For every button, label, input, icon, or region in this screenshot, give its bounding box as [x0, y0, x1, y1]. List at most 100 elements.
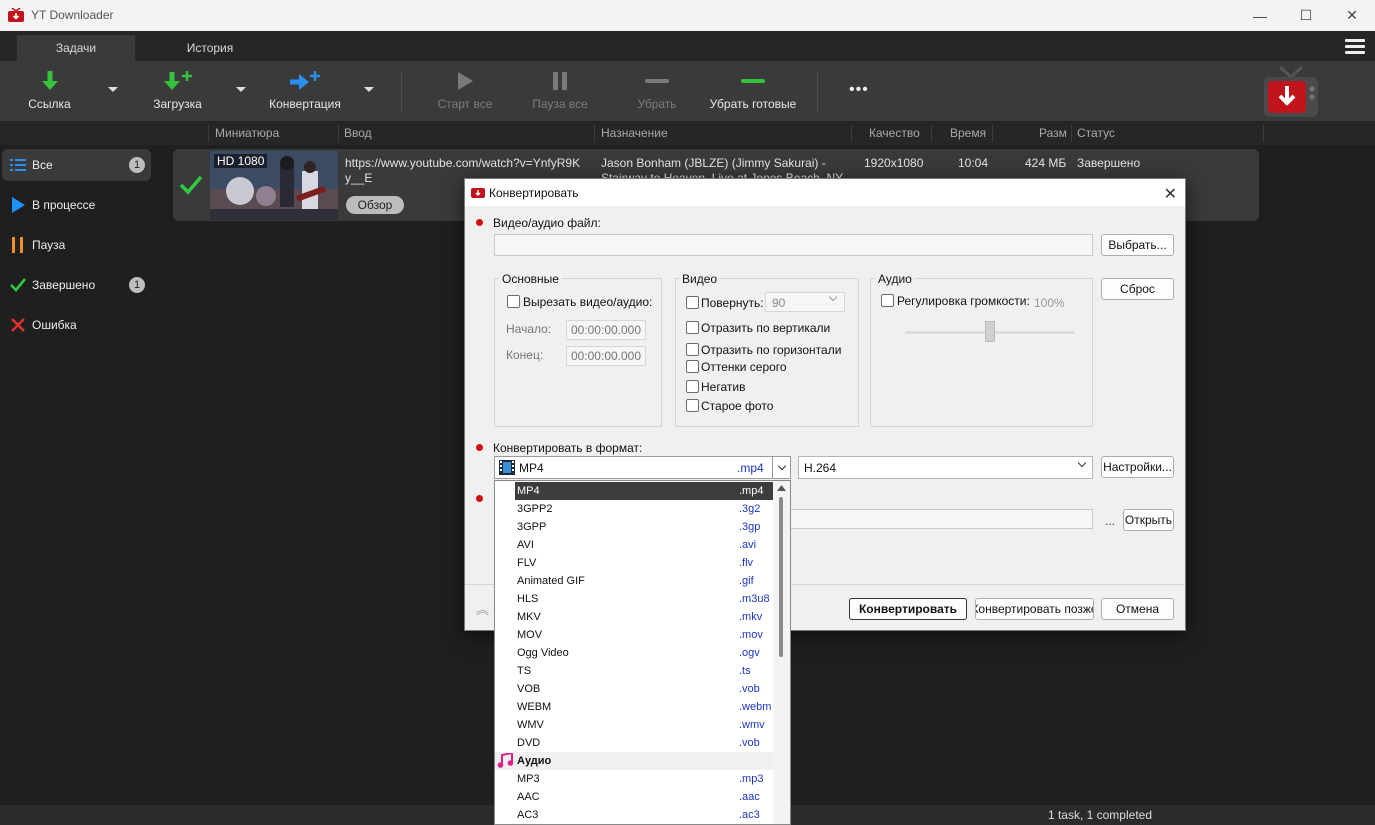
- list-item[interactable]: HLS .m3u8: [495, 590, 773, 608]
- required-dot: [476, 444, 483, 451]
- col-size[interactable]: Разм: [1039, 126, 1067, 140]
- list-item[interactable]: AVI .avi: [495, 536, 773, 554]
- list-item[interactable]: Ogg Video .ogv: [495, 644, 773, 662]
- start-all-button[interactable]: Старт все: [436, 67, 494, 117]
- list-item[interactable]: MP4 .mp4: [515, 482, 773, 500]
- format-extension: .3gp: [739, 521, 761, 533]
- start-all-label: Старт все: [437, 97, 493, 111]
- video-group-title: Видео: [679, 272, 721, 286]
- flip-horizontal-label: Отразить по горизонтали: [701, 343, 842, 357]
- format-extension: .avi: [739, 539, 757, 551]
- volume-slider-handle[interactable]: [985, 321, 995, 342]
- remove-done-button[interactable]: Убрать готовые: [706, 67, 800, 117]
- convert-later-button[interactable]: Конвертировать позже: [975, 598, 1094, 620]
- rotate-checkbox[interactable]: [686, 296, 699, 309]
- list-item[interactable]: Animated GIF .gif: [495, 572, 773, 590]
- codec-select[interactable]: H.264: [798, 456, 1093, 479]
- negative-checkbox[interactable]: [686, 380, 699, 393]
- hamburger-menu-icon[interactable]: [1345, 39, 1365, 55]
- link-button[interactable]: Ссылка: [22, 67, 77, 117]
- tab-history[interactable]: История: [150, 35, 270, 61]
- cancel-button[interactable]: Отмена: [1101, 598, 1174, 620]
- flip-vertical-checkbox[interactable]: [686, 321, 699, 334]
- rotate-select[interactable]: 90: [765, 292, 845, 312]
- dropdown-scrollbar[interactable]: [773, 481, 790, 824]
- settings-button[interactable]: Настройки...: [1101, 456, 1174, 478]
- sidebar-item-completed[interactable]: Завершено 1: [2, 269, 151, 301]
- start-time-field[interactable]: 00:00:00.000: [566, 320, 646, 340]
- format-extension: .gif: [739, 575, 754, 587]
- format-select[interactable]: MP4 .mp4: [494, 456, 791, 479]
- format-name: VOB: [517, 683, 541, 695]
- end-label: Конец:: [506, 348, 544, 362]
- sidebar-item-label: Ошибка: [32, 318, 77, 332]
- old-photo-checkbox[interactable]: [686, 399, 699, 412]
- cut-checkbox[interactable]: [507, 295, 520, 308]
- file-input[interactable]: [494, 234, 1093, 256]
- list-item[interactable]: TS .ts: [495, 662, 773, 680]
- tab-tasks[interactable]: Задачи: [17, 35, 135, 61]
- pause-all-button[interactable]: Пауза все: [530, 67, 590, 117]
- format-dropdown-list[interactable]: MP4 .mp4 3GPP2 .3g2 3GPP .3gp AVI .avi FLV .flv An…: [494, 480, 791, 825]
- list-item[interactable]: AAC .aac: [495, 788, 773, 806]
- more-icon[interactable]: •••: [849, 81, 869, 99]
- list-item[interactable]: MKV .mkv: [495, 608, 773, 626]
- list-item[interactable]: FLV .flv: [495, 554, 773, 572]
- col-destination[interactable]: Назначение: [601, 126, 668, 140]
- col-thumbnail[interactable]: Миниатюра: [215, 126, 279, 140]
- window-title: YT Downloader: [31, 8, 114, 22]
- browse-dots-button[interactable]: ...: [1105, 514, 1115, 528]
- grayscale-checkbox[interactable]: [686, 360, 699, 373]
- choose-file-button[interactable]: Выбрать...: [1101, 234, 1174, 256]
- list-item[interactable]: WMV .wmv: [495, 716, 773, 734]
- grayscale-label: Оттенки серого: [701, 360, 787, 374]
- list-item[interactable]: 3GPP .3gp: [495, 518, 773, 536]
- remove-button[interactable]: Убрать: [632, 67, 682, 117]
- collapse-icon[interactable]: ︽: [476, 599, 489, 618]
- minimize-icon: —: [1253, 7, 1267, 24]
- minimize-button[interactable]: —: [1237, 0, 1283, 31]
- format-name: AAC: [517, 791, 540, 803]
- download-dropdown-arrow-icon[interactable]: [236, 87, 246, 92]
- error-x-icon: [10, 317, 26, 333]
- flip-horizontal-checkbox[interactable]: [686, 343, 699, 356]
- col-time[interactable]: Время: [950, 126, 986, 140]
- reset-button[interactable]: Сброс: [1101, 278, 1174, 300]
- scroll-up-icon[interactable]: [777, 485, 786, 491]
- toolbar-separator: [401, 71, 402, 113]
- list-item[interactable]: MP3 .mp3: [495, 770, 773, 788]
- sidebar-item-error[interactable]: Ошибка: [2, 309, 151, 341]
- sidebar-item-paused[interactable]: Пауза: [2, 229, 151, 261]
- chevron-down-icon: [1077, 458, 1087, 468]
- col-quality[interactable]: Качество: [869, 126, 920, 140]
- link-dropdown-arrow-icon[interactable]: [108, 87, 118, 92]
- dialog-close-icon[interactable]: ✕: [1164, 184, 1177, 204]
- format-name: DVD: [517, 737, 541, 749]
- open-button[interactable]: Открыть: [1123, 509, 1174, 531]
- sidebar-item-in-progress[interactable]: В процессе: [2, 189, 151, 221]
- convert-button[interactable]: Конвертация: [266, 67, 344, 117]
- list-item[interactable]: MOV .mov: [495, 626, 773, 644]
- close-button[interactable]: ✕: [1329, 0, 1375, 31]
- scrollbar-thumb[interactable]: [779, 497, 783, 657]
- browse-button[interactable]: Обзор: [346, 196, 404, 214]
- volume-checkbox[interactable]: [881, 294, 894, 307]
- list-item[interactable]: WEBM .webm: [495, 698, 773, 716]
- format-extension: .mkv: [739, 611, 763, 623]
- col-input[interactable]: Ввод: [344, 126, 372, 140]
- list-item[interactable]: DVD .vob: [495, 734, 773, 752]
- convert-now-button[interactable]: Конвертировать: [849, 598, 967, 620]
- sidebar-item-all[interactable]: Все 1: [2, 149, 151, 181]
- list-item[interactable]: VOB .vob: [495, 680, 773, 698]
- format-name: 3GPP2: [517, 503, 553, 515]
- pause-icon: [553, 72, 567, 90]
- audio-group-title: Аудио: [875, 272, 915, 286]
- list-item[interactable]: AC3 .ac3: [495, 806, 773, 824]
- maximize-button[interactable]: ☐: [1283, 0, 1329, 31]
- convert-dropdown-arrow-icon[interactable]: [364, 87, 374, 92]
- list-item[interactable]: 3GPP2 .3g2: [495, 500, 773, 518]
- col-status[interactable]: Статус: [1077, 126, 1115, 140]
- download-button[interactable]: Загрузка: [150, 67, 205, 117]
- output-folder-input[interactable]: [790, 509, 1093, 529]
- end-time-field[interactable]: 00:00:00.000: [566, 346, 646, 366]
